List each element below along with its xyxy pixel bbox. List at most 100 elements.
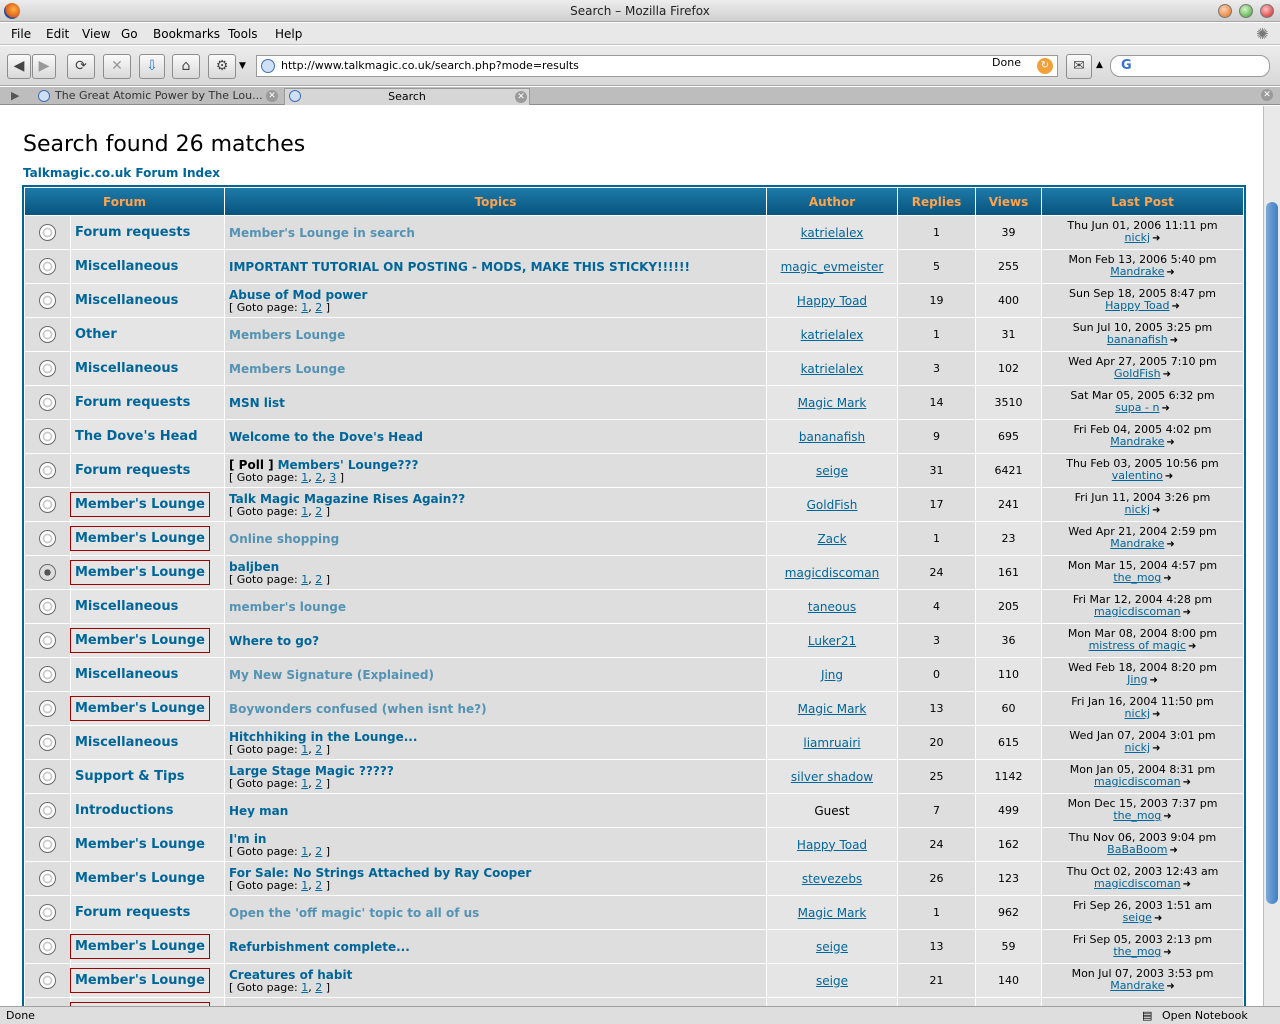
view-latest-post-icon[interactable]: ➜ (1163, 369, 1171, 380)
topic-link[interactable]: For Sale: No Strings Attached by Ray Coo… (229, 866, 531, 880)
forum-link[interactable]: Support & Tips (75, 769, 185, 784)
view-latest-post-icon[interactable]: ➜ (1154, 913, 1162, 924)
open-notebook-button[interactable]: Open Notebook (1162, 1009, 1248, 1022)
topic-link[interactable]: baljben (229, 560, 279, 574)
forum-link[interactable]: Member's Lounge (70, 492, 210, 517)
topic-link[interactable]: Large Stage Magic ????? (229, 764, 394, 778)
view-latest-post-icon[interactable]: ➜ (1163, 947, 1171, 958)
close-tabs-icon[interactable]: ✕ (1261, 89, 1273, 101)
download-button[interactable]: ⇩ (139, 54, 165, 79)
last-post-user[interactable]: GoldFish (1114, 367, 1161, 380)
page-link[interactable]: 1 (301, 743, 308, 756)
author-link[interactable]: liamruairi (803, 736, 860, 750)
last-post-user[interactable]: BaBaBoom (1107, 843, 1167, 856)
topic-link[interactable]: Welcome to the Dove's Head (229, 430, 423, 444)
menu-bookmarks[interactable]: Bookmarks (153, 27, 220, 41)
view-latest-post-icon[interactable]: ➜ (1165, 471, 1173, 482)
go-arrow-icon[interactable]: ↻ (1037, 58, 1053, 74)
forum-link[interactable]: Miscellaneous (75, 259, 178, 274)
author-link[interactable]: stevezebs (802, 872, 862, 886)
page-link[interactable]: 1 (301, 301, 308, 314)
view-latest-post-icon[interactable]: ➜ (1166, 981, 1174, 992)
menu-file[interactable]: File (11, 27, 31, 41)
last-post-user[interactable]: supa - n (1115, 401, 1159, 414)
view-latest-post-icon[interactable]: ➜ (1171, 301, 1179, 312)
search-box[interactable]: G (1110, 55, 1270, 77)
page-link[interactable]: 3 (329, 471, 336, 484)
forum-link[interactable]: Member's Lounge (70, 934, 210, 959)
forum-link[interactable]: Miscellaneous (75, 667, 178, 682)
author-link[interactable]: Jing (821, 668, 843, 682)
forum-link[interactable]: Miscellaneous (75, 361, 178, 376)
scrollbar-thumb[interactable] (1266, 202, 1278, 904)
page-link[interactable]: 2 (315, 505, 322, 518)
author-link[interactable]: taneous (808, 600, 856, 614)
last-post-user[interactable]: Happy Toad (1105, 299, 1169, 312)
topic-link[interactable]: Hey man (229, 804, 288, 818)
forum-link[interactable]: Member's Lounge (75, 837, 205, 852)
close-tab-icon[interactable]: ✕ (266, 90, 278, 102)
last-post-user[interactable]: Mandrake (1110, 537, 1164, 550)
topic-link[interactable]: Online shopping (229, 532, 339, 546)
topic-link[interactable]: Where to go? (229, 634, 319, 648)
last-post-user[interactable]: valentino (1112, 469, 1163, 482)
topic-link[interactable]: I'm in (229, 832, 266, 846)
author-link[interactable]: seige (816, 464, 848, 478)
last-post-user[interactable]: bananafish (1107, 333, 1168, 346)
last-post-user[interactable]: magicdiscoman (1094, 605, 1181, 618)
page-link[interactable]: 1 (301, 981, 308, 994)
back-button[interactable]: ◀ (7, 54, 31, 79)
url-bar[interactable]: http://www.talkmagic.co.uk/search.php?mo… (256, 55, 1058, 77)
forum-link[interactable]: Member's Lounge (70, 968, 210, 993)
page-link[interactable]: 1 (301, 505, 308, 518)
view-latest-post-icon[interactable]: ➜ (1166, 267, 1174, 278)
topic-link[interactable]: Members Lounge (229, 328, 345, 342)
view-latest-post-icon[interactable]: ➜ (1152, 233, 1160, 244)
menu-go[interactable]: Go (121, 27, 138, 41)
page-link[interactable]: 1 (301, 777, 308, 790)
url-text[interactable]: http://www.talkmagic.co.uk/search.php?mo… (281, 59, 579, 72)
author-link[interactable]: Magic Mark (798, 396, 867, 410)
topic-link[interactable]: My New Signature (Explained) (229, 668, 434, 682)
menu-help[interactable]: Help (275, 27, 302, 41)
stop-button[interactable]: ✕ (103, 54, 131, 79)
last-post-user[interactable]: magicdiscoman (1094, 877, 1181, 890)
maximize-button[interactable] (1239, 4, 1253, 18)
vertical-scrollbar[interactable] (1263, 106, 1280, 1006)
view-latest-post-icon[interactable]: ➜ (1163, 811, 1171, 822)
topic-link[interactable]: Members Lounge (229, 362, 345, 376)
view-latest-post-icon[interactable]: ➜ (1152, 743, 1160, 754)
forum-link[interactable]: Introductions (75, 803, 174, 818)
view-latest-post-icon[interactable]: ➜ (1188, 641, 1196, 652)
view-latest-post-icon[interactable]: ➜ (1183, 777, 1191, 788)
last-post-user[interactable]: nickj (1125, 741, 1151, 754)
page-link[interactable]: 2 (315, 743, 322, 756)
page-link[interactable]: 2 (315, 573, 322, 586)
forum-link[interactable]: Forum requests (75, 905, 190, 920)
last-post-user[interactable]: Mandrake (1110, 979, 1164, 992)
page-link[interactable]: 2 (315, 981, 322, 994)
close-tab-icon[interactable]: ✕ (515, 91, 527, 103)
tab-scroll-icon[interactable]: ▶ (11, 89, 19, 102)
topic-link[interactable]: Talk Magic Magazine Rises Again?? (229, 492, 465, 506)
mail-button[interactable]: ✉ (1066, 54, 1092, 79)
author-link[interactable]: Happy Toad (797, 838, 867, 852)
last-post-user[interactable]: the_mog (1113, 945, 1161, 958)
author-link[interactable]: magicdiscoman (785, 566, 879, 580)
forum-link[interactable]: Member's Lounge (70, 526, 210, 551)
menu-edit[interactable]: Edit (46, 27, 69, 41)
menu-tools[interactable]: Tools (228, 27, 258, 41)
page-link[interactable]: 2 (315, 471, 322, 484)
minimize-button[interactable] (1218, 4, 1232, 18)
topic-link[interactable]: Creatures of habit (229, 968, 352, 982)
topic-link[interactable]: Refurbishment complete... (229, 940, 410, 954)
author-link[interactable]: magic_evmeister (781, 260, 884, 274)
author-link[interactable]: Zack (817, 532, 846, 546)
author-link[interactable]: katrielalex (801, 328, 864, 342)
view-latest-post-icon[interactable]: ➜ (1152, 709, 1160, 720)
author-link[interactable]: katrielalex (801, 226, 864, 240)
view-latest-post-icon[interactable]: ➜ (1161, 403, 1169, 414)
forward-button[interactable]: ▶ (32, 54, 56, 79)
view-latest-post-icon[interactable]: ➜ (1163, 573, 1171, 584)
mail-dropdown-icon[interactable]: ▲ (1096, 60, 1103, 70)
